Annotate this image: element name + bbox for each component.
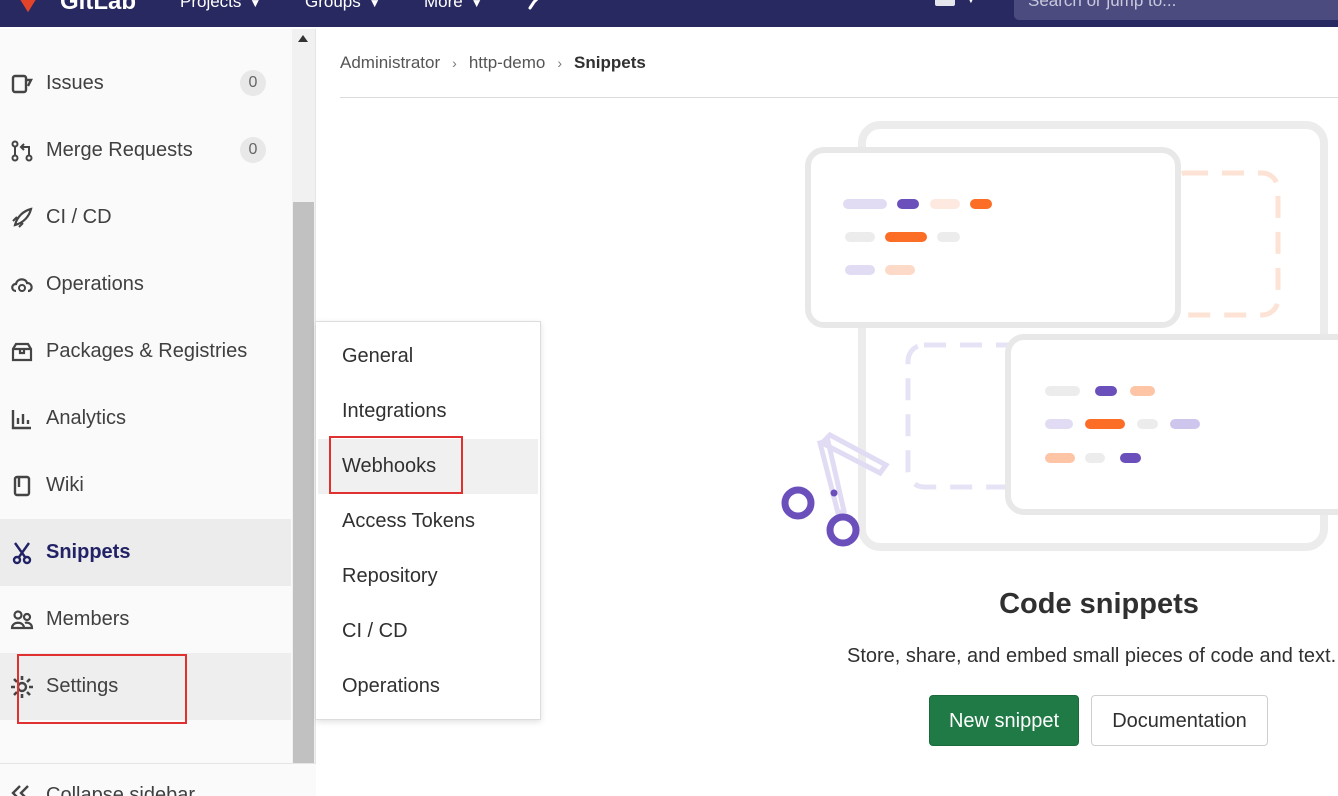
chevron-down-icon: ▼ [368,0,381,10]
rocket-icon [10,206,34,230]
flyout-item-ci-cd[interactable]: CI / CD [318,604,538,659]
nav-projects-label: Projects [180,0,242,11]
book-icon [10,474,34,498]
sidebar-item-operations[interactable]: Operations [0,251,291,318]
flyout-item-integrations[interactable]: Integrations [318,384,538,439]
scissors-icon [10,541,34,565]
double-chevron-left-icon [10,784,32,796]
chevron-down-icon: ▼ [249,0,262,10]
breadcrumb-link-project[interactable]: http-demo [469,53,546,73]
sidebar-item-label: Analytics [46,407,127,429]
sidebar-scrollbar[interactable] [292,29,315,764]
flyout-item-repository[interactable]: Repository [318,549,538,604]
documentation-button[interactable]: Documentation [1091,695,1268,746]
project-sidebar: Issues 0 Merge Requests 0 CI / CD Operat… [0,29,316,796]
merge-request-icon [10,139,34,163]
flyout-item-access-tokens[interactable]: Access Tokens [318,494,538,549]
chevron-down-icon[interactable]: ▼ [965,0,977,6]
sidebar-item-issues[interactable]: Issues 0 [0,50,291,117]
sidebar-item-label: Operations [46,273,144,295]
new-item-button[interactable] [935,0,955,6]
sidebar-item-snippets[interactable]: Snippets [0,519,291,586]
breadcrumb: Administrator › http-demo › Snippets [340,51,646,75]
chart-icon [10,407,34,431]
chevron-right-icon: › [557,55,563,71]
snippets-empty-illustration [781,121,1338,551]
nav-groups-label: Groups [305,0,361,11]
sidebar-nav: Issues 0 Merge Requests 0 CI / CD Operat… [0,50,291,720]
scroll-up-arrow-icon[interactable] [298,35,308,42]
collapse-sidebar-label: Collapse sidebar [46,784,195,796]
chevron-right-icon: › [452,55,457,71]
gear-icon [10,675,34,699]
nav-more-label: More [424,0,463,11]
flyout-item-operations[interactable]: Operations [318,659,538,714]
nav-projects[interactable]: Projects ▼ [180,0,261,12]
sidebar-item-label: Wiki [46,474,84,496]
breadcrumb-divider [340,97,1338,98]
issues-count-badge: 0 [240,70,266,96]
sidebar-item-analytics[interactable]: Analytics [0,385,291,452]
chevron-down-icon: ▼ [470,0,483,10]
nav-more[interactable]: More ▼ [424,0,483,12]
sidebar-item-label: Snippets [46,541,131,563]
cloud-gear-icon [10,273,34,297]
sidebar-item-ci-cd[interactable]: CI / CD [0,184,291,251]
sidebar-item-label: Settings [46,675,119,697]
settings-flyout-menu: General Integrations Webhooks Access Tok… [316,321,541,720]
nav-groups[interactable]: Groups ▼ [305,0,381,12]
collapse-sidebar-button[interactable]: Collapse sidebar [0,763,316,796]
users-icon [10,608,34,632]
sidebar-item-members[interactable]: Members [0,586,291,653]
package-icon [10,340,34,364]
breadcrumb-current[interactable]: Snippets [574,53,646,73]
flyout-item-general[interactable]: General [318,329,538,384]
issues-icon [10,72,34,96]
sidebar-item-label: Issues [46,72,104,94]
sidebar-item-label: Merge Requests [46,139,193,161]
search-input[interactable]: Search or jump to... [1014,0,1338,20]
sidebar-item-label: CI / CD [46,206,112,228]
empty-state-description: Store, share, and embed small pieces of … [847,645,1337,667]
sidebar-item-label: Members [46,608,130,630]
scrollbar-thumb[interactable] [293,202,314,764]
sidebar-item-settings[interactable]: Settings [0,653,291,720]
search-placeholder: Search or jump to... [1028,0,1177,10]
brand-name[interactable]: GitLab [60,0,136,16]
merge-requests-count-badge: 0 [240,137,266,163]
flyout-item-webhooks[interactable]: Webhooks [318,439,538,494]
sidebar-item-packages-registries[interactable]: Packages & Registries [0,318,291,385]
sidebar-item-wiki[interactable]: Wiki [0,452,291,519]
new-snippet-button[interactable]: New snippet [929,695,1079,746]
sidebar-item-label: Packages & Registries [46,340,248,362]
sidebar-item-merge-requests[interactable]: Merge Requests 0 [0,117,291,184]
breadcrumb-link-administrator[interactable]: Administrator [340,53,440,73]
pencil-icon[interactable] [526,0,552,10]
empty-state-title: Code snippets [999,588,1199,620]
top-navbar: GitLab Projects ▼ Groups ▼ More ▼ ▼ Search … [0,0,1338,27]
gitlab-logo-icon[interactable] [8,0,48,14]
